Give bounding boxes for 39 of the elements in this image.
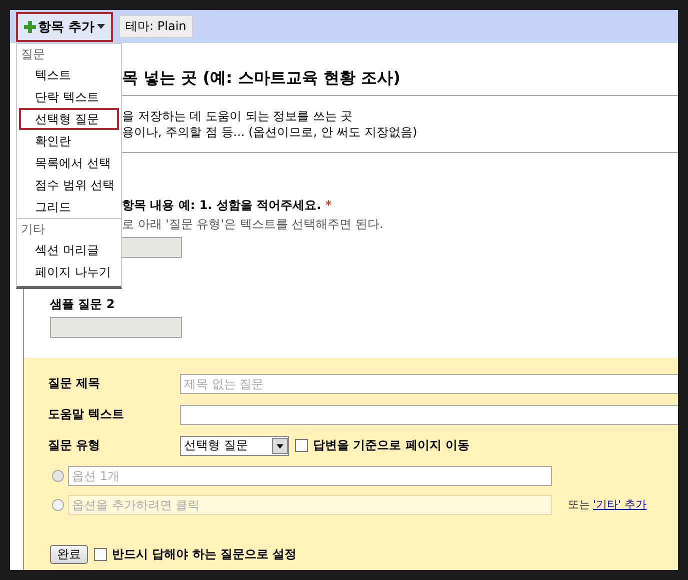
menu-item[interactable]: 텍스트 bbox=[19, 64, 119, 86]
question-type-select[interactable]: 선택형 질문 bbox=[180, 436, 289, 456]
menu-item[interactable]: 목록에서 선택 bbox=[19, 152, 119, 174]
menu-item[interactable]: 점수 범위 선택 bbox=[19, 174, 119, 196]
input-field[interactable] bbox=[180, 404, 678, 424]
checkbox-label: 반드시 답해야 하는 질문으로 설정 bbox=[112, 546, 297, 563]
question-title: 항목 내용 예: 1. 성함을 적어주세요. * bbox=[122, 197, 333, 214]
checkbox-label: 답변을 기준으로 페이지 이동 bbox=[313, 437, 470, 454]
radio-button[interactable] bbox=[52, 470, 64, 482]
menu-section-header: 기타 bbox=[17, 218, 121, 239]
input-field[interactable]: 제목 없는 질문 bbox=[180, 374, 678, 394]
form-title: 목 넣는 곳 (예: 스마트교육 현황 조사) bbox=[122, 68, 402, 89]
or-text: 또는 bbox=[568, 497, 590, 512]
field-label: 질문 유형 bbox=[48, 437, 102, 454]
menu-section-header: 질문 bbox=[20, 46, 46, 63]
menu-item[interactable]: 선택형 질문 bbox=[19, 108, 119, 130]
add-other-link[interactable]: '기타' 추가 bbox=[593, 497, 647, 512]
checkbox[interactable] bbox=[94, 548, 107, 561]
option-input[interactable]: 옵션을 추가하려면 클릭 bbox=[68, 494, 552, 514]
form-description: 을 저장하는 데 도움이 되는 정보를 쓰는 곳 bbox=[122, 108, 354, 124]
field-label: 도움말 텍스트 bbox=[48, 406, 126, 423]
menu-item[interactable]: 그리드 bbox=[19, 196, 119, 218]
theme-button[interactable]: 테마: Plain bbox=[118, 15, 194, 38]
form-description: 용이나, 주의할 점 등... (옵션이므로, 안 써도 지장없음) bbox=[122, 124, 418, 140]
menu-item[interactable]: 단락 텍스트 bbox=[19, 86, 119, 108]
radio-button[interactable] bbox=[52, 498, 64, 510]
caret-icon bbox=[96, 24, 105, 29]
menu-item[interactable]: 섹션 머리글 bbox=[19, 239, 119, 261]
menu-item[interactable]: 확인란 bbox=[19, 130, 119, 152]
question-title: 샘플 질문 2 bbox=[50, 296, 116, 313]
field-label: 질문 제목 bbox=[48, 375, 102, 392]
help-text: 로 아래 '질문 유형'은 텍스트를 선택해주면 된다. bbox=[122, 216, 384, 233]
option-input[interactable]: 옵션 1개 bbox=[68, 466, 552, 486]
done-button[interactable]: 완료 bbox=[50, 545, 88, 564]
add-item-button[interactable]: 항목 추가 bbox=[16, 12, 113, 42]
required-mark: * bbox=[325, 198, 332, 212]
plus-icon bbox=[24, 20, 36, 32]
checkbox[interactable] bbox=[295, 439, 308, 452]
menu-item[interactable]: 페이지 나누기 bbox=[19, 261, 119, 283]
